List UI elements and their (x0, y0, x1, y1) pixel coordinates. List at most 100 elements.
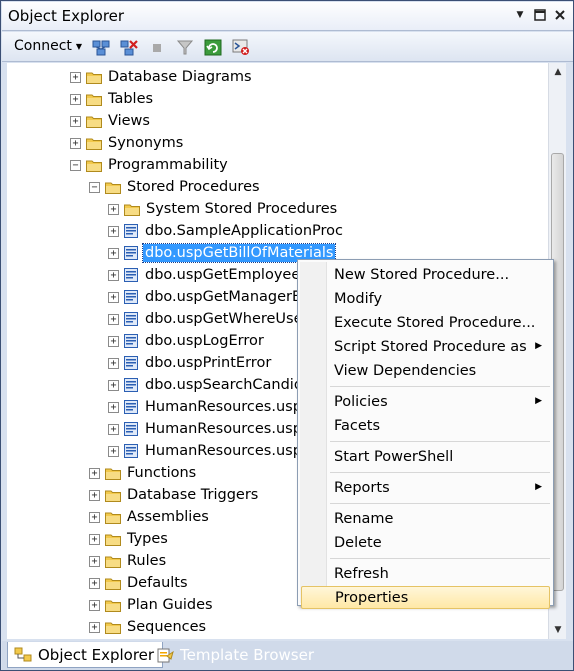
menu-item-modify[interactable]: Modify (301, 287, 550, 310)
tree-node-humanresources-uspu[interactable]: + HumanResources.uspU (108, 440, 315, 462)
expand-icon[interactable]: + (108, 225, 119, 237)
tree-node-dbo-uspgetwhereused[interactable]: + dbo.uspGetWhereUsed (108, 308, 314, 330)
tab-template-browser[interactable]: Template Browser (150, 642, 322, 668)
filter-icon[interactable] (176, 39, 194, 56)
menu-item-script-stored-procedure-as[interactable]: Script Stored Procedure as ▶ (301, 335, 550, 358)
collapse-icon[interactable]: − (70, 159, 81, 171)
tree-node-label[interactable]: HumanResources.uspU (143, 442, 315, 460)
expand-icon[interactable]: + (70, 71, 81, 83)
expand-icon[interactable]: + (108, 445, 119, 457)
expand-icon[interactable]: + (108, 313, 119, 325)
tree-node-dbo-uspsearchcandida[interactable]: + dbo.uspSearchCandida (108, 374, 314, 396)
expand-icon[interactable]: + (108, 247, 119, 259)
start-powershell-icon[interactable] (232, 39, 250, 56)
expand-icon[interactable]: + (89, 599, 100, 611)
menu-item-rename[interactable]: Rename (301, 507, 550, 530)
expand-icon[interactable]: + (108, 423, 119, 435)
expand-icon[interactable]: + (70, 137, 81, 149)
tree-node-dbo-usplogerror[interactable]: + dbo.uspLogError (108, 330, 266, 352)
menu-item-properties[interactable]: Properties (301, 586, 550, 609)
tree-node-dbo-sampleapplicationproc[interactable]: + dbo.SampleApplicationProc (108, 220, 345, 242)
tree-node-functions[interactable]: + Functions (89, 462, 198, 484)
tree-node-label[interactable]: Programmability (106, 156, 230, 174)
tree-node-label[interactable]: dbo.uspGetWhereUsed (143, 310, 314, 328)
tree-node-label[interactable]: dbo.uspGetManagerEm (143, 288, 317, 306)
expand-icon[interactable]: + (108, 203, 119, 215)
tree-node-label[interactable]: Synonyms (106, 134, 185, 152)
tree-node-humanresources-uspu[interactable]: + HumanResources.uspU (108, 418, 315, 440)
tree-node-label[interactable]: Stored Procedures (125, 178, 262, 196)
expand-icon[interactable]: + (108, 335, 119, 347)
tree-node-label[interactable]: dbo.uspLogError (143, 332, 266, 350)
tree-node-label[interactable]: dbo.uspPrintError (143, 354, 273, 372)
expand-icon[interactable]: + (89, 533, 100, 545)
tree-node-tables[interactable]: + Tables (70, 88, 155, 110)
menu-item-facets[interactable]: Facets (301, 414, 550, 437)
menu-item-reports[interactable]: Reports ▶ (301, 476, 550, 499)
tree-node-label[interactable]: Views (106, 112, 152, 130)
tree-node-programmability[interactable]: − Programmability (70, 154, 230, 176)
tree-node-dbo-uspgetemployeem[interactable]: + dbo.uspGetEmployeeM (108, 264, 315, 286)
tab-object-explorer[interactable]: Object Explorer (7, 642, 164, 668)
menu-item-start-powershell[interactable]: Start PowerShell (301, 445, 550, 468)
scroll-up-icon[interactable]: ▲ (549, 63, 567, 81)
tree-node-label[interactable]: Tables (106, 90, 155, 108)
menu-item-execute-stored-procedure[interactable]: Execute Stored Procedure... (301, 311, 550, 334)
tree-node-label[interactable]: Database Diagrams (106, 68, 254, 86)
expand-icon[interactable]: + (89, 511, 100, 523)
expand-icon[interactable]: + (89, 489, 100, 501)
tree-node-label[interactable]: Functions (125, 464, 198, 482)
tree-node-sequences[interactable]: + Sequences (89, 616, 208, 638)
expand-icon[interactable]: + (108, 291, 119, 303)
expand-icon[interactable]: + (70, 93, 81, 105)
refresh-icon[interactable] (204, 39, 222, 56)
expand-icon[interactable]: + (89, 555, 100, 567)
expand-icon[interactable]: + (108, 401, 119, 413)
connect-button[interactable]: Connect ▼ (14, 38, 82, 54)
expand-icon[interactable]: + (108, 357, 119, 369)
menu-item-policies[interactable]: Policies ▶ (301, 390, 550, 413)
tree-node-stored-procedures[interactable]: − Stored Procedures (89, 176, 262, 198)
tree-node-label[interactable]: dbo.uspSearchCandida (143, 376, 314, 394)
tree-node-label[interactable]: Sequences (125, 618, 208, 636)
tree-node-label[interactable]: dbo.SampleApplicationProc (143, 222, 345, 240)
tree-node-dbo-uspgetmanagerem[interactable]: + dbo.uspGetManagerEm (108, 286, 317, 308)
menu-item-view-dependencies[interactable]: View Dependencies (301, 359, 550, 382)
tree-node-label[interactable]: Database Triggers (125, 486, 260, 504)
menu-item-delete[interactable]: Delete (301, 531, 550, 554)
menu-item-refresh[interactable]: Refresh (301, 562, 550, 585)
expand-icon[interactable]: + (70, 115, 81, 127)
tree-node-database-triggers[interactable]: + Database Triggers (89, 484, 260, 506)
expand-icon[interactable]: + (89, 577, 100, 589)
expand-icon[interactable]: + (108, 379, 119, 391)
tree-node-label[interactable]: Defaults (125, 574, 190, 592)
window-position-dropdown-icon[interactable]: ▼ (512, 7, 528, 23)
tree-node-assemblies[interactable]: + Assemblies (89, 506, 211, 528)
stop-icon[interactable] (148, 39, 166, 56)
tree-node-label[interactable]: HumanResources.uspU (143, 420, 315, 438)
tree-node-label[interactable]: HumanResources.uspU (143, 398, 315, 416)
tree-node-system-stored-procedures[interactable]: + System Stored Procedures (108, 198, 339, 220)
tree-node-database-diagrams[interactable]: + Database Diagrams (70, 66, 254, 88)
disconnect-icon[interactable] (120, 39, 138, 56)
tree-node-plan-guides[interactable]: + Plan Guides (89, 594, 215, 616)
tree-node-defaults[interactable]: + Defaults (89, 572, 190, 594)
tree-node-label[interactable]: Plan Guides (125, 596, 215, 614)
tree-node-label[interactable]: System Stored Procedures (144, 200, 339, 218)
close-icon[interactable] (552, 7, 568, 23)
tree-node-humanresources-uspu[interactable]: + HumanResources.uspU (108, 396, 315, 418)
expand-icon[interactable]: + (89, 467, 100, 479)
tree-node-label[interactable]: Assemblies (125, 508, 211, 526)
tree-node-label[interactable]: Rules (125, 552, 168, 570)
tree-node-label[interactable]: Types (125, 530, 170, 548)
tree-node-label[interactable]: dbo.uspGetEmployeeM (143, 266, 315, 284)
tree-node-synonyms[interactable]: + Synonyms (70, 132, 185, 154)
expand-icon[interactable]: + (89, 621, 100, 633)
tree-node-rules[interactable]: + Rules (89, 550, 168, 572)
scroll-down-icon[interactable]: ▼ (549, 621, 567, 639)
tree-node-views[interactable]: + Views (70, 110, 152, 132)
connect-object-explorer-icon[interactable] (92, 39, 110, 56)
expand-icon[interactable]: + (108, 269, 119, 281)
maximize-icon[interactable] (532, 7, 548, 23)
collapse-icon[interactable]: − (89, 181, 100, 193)
